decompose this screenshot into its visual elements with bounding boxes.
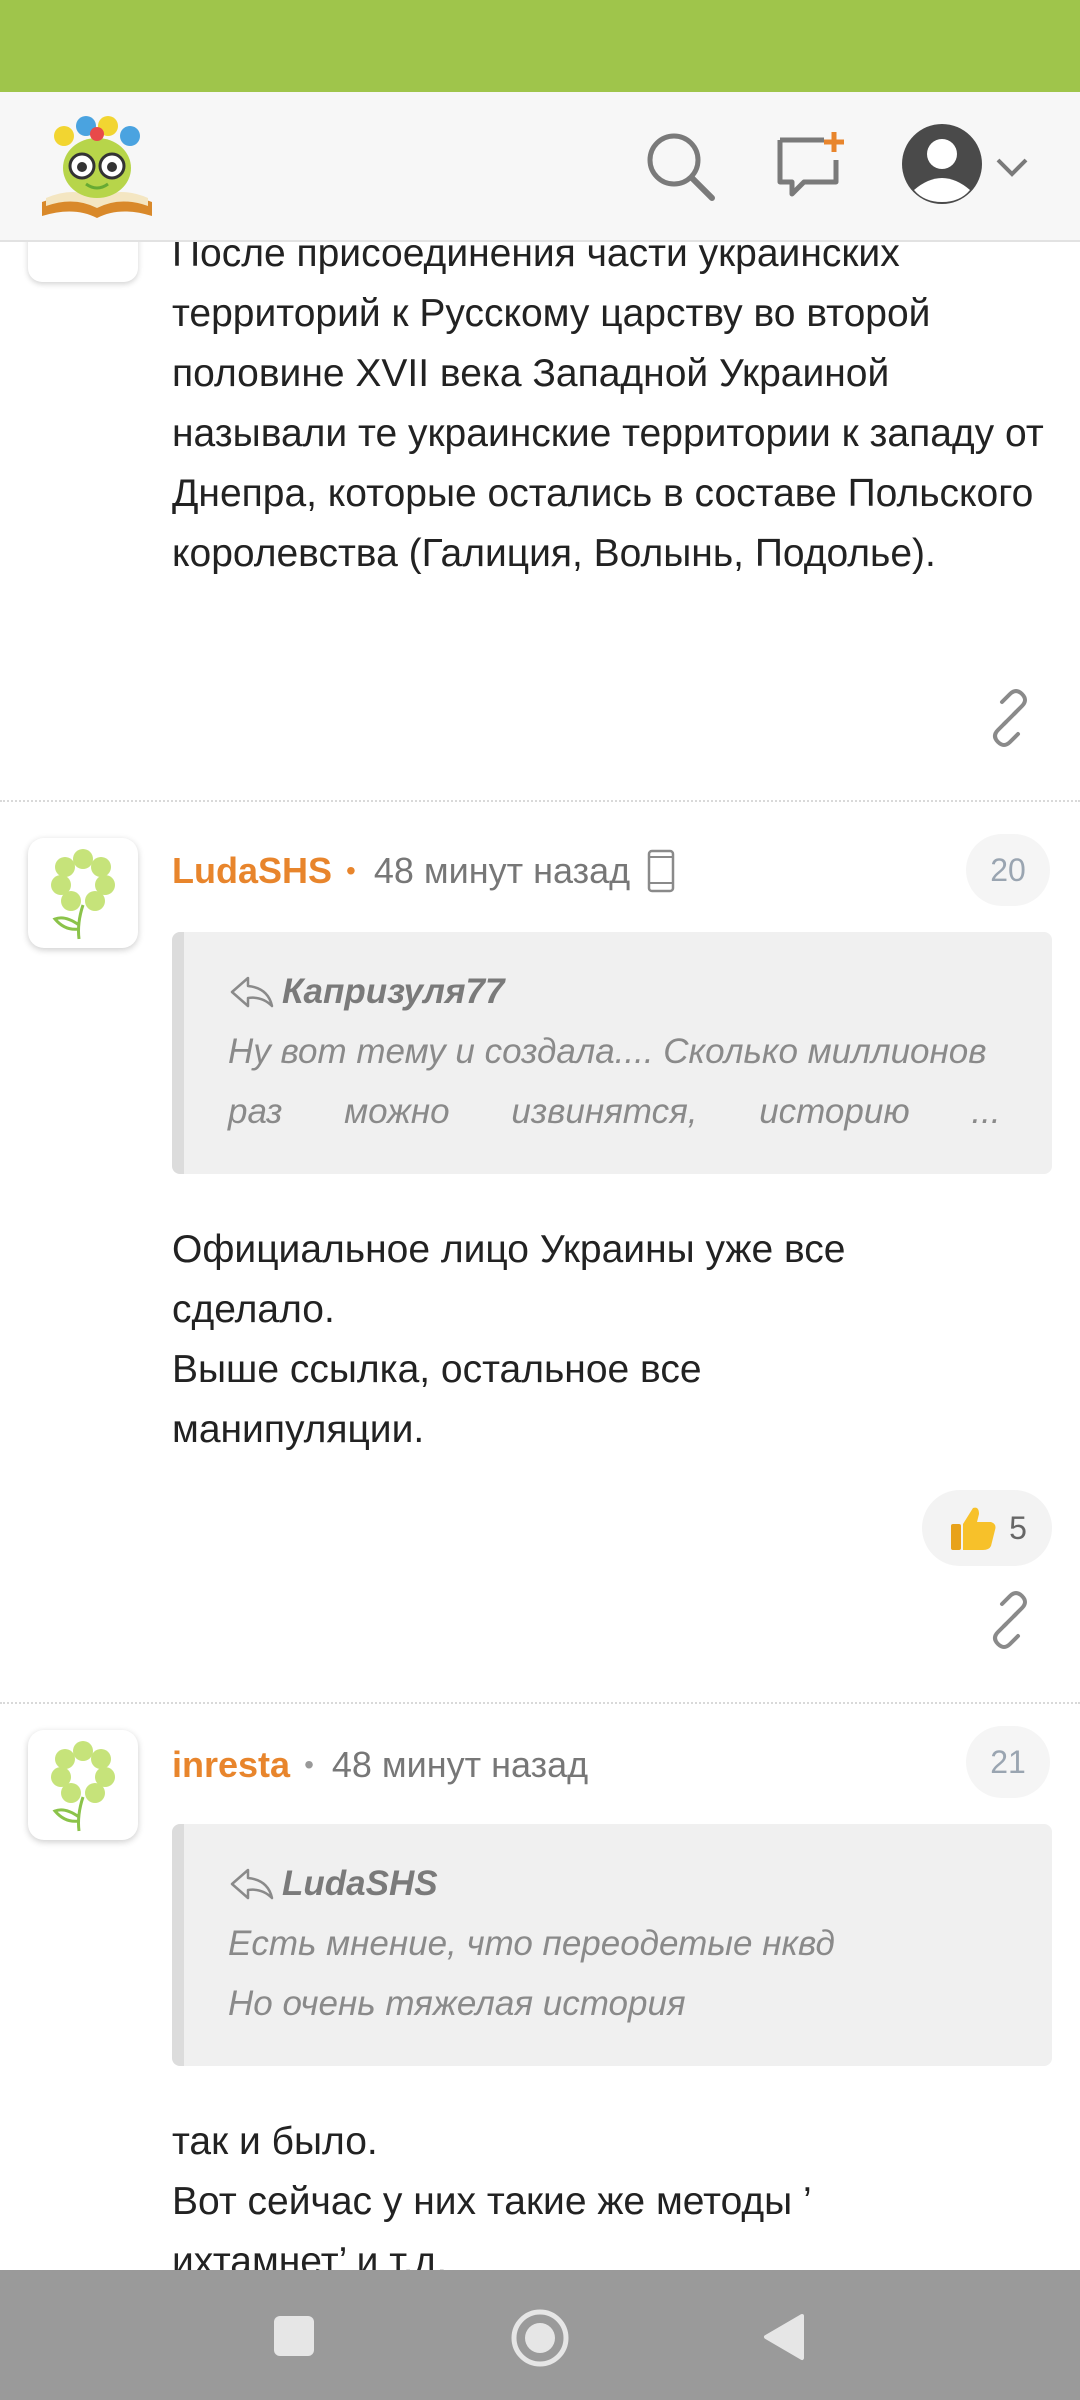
flower-icon	[51, 1741, 115, 1832]
comment-line: так и было.	[172, 2120, 378, 2163]
comment-body: так и было. Вот сейчас у них такие же ме…	[172, 2112, 812, 2270]
back-button[interactable]	[760, 2312, 806, 2362]
status-bar	[0, 0, 1080, 92]
quote-author: LudaSHS	[282, 1864, 438, 1903]
avatar	[28, 240, 138, 282]
comments-feed: После присоединения части украинских тер…	[0, 240, 1080, 2270]
quote-line: Есть мнение, что переодетые нквд	[228, 1924, 835, 1963]
avatar[interactable]	[28, 1730, 138, 1840]
search-icon[interactable]	[640, 126, 720, 206]
quote-block[interactable]: Капризуля77 Ну вот тему и создала.... Ск…	[172, 932, 1052, 1174]
comment-line: Официальное лицо Украины уже все	[172, 1228, 846, 1271]
link-icon[interactable]	[978, 686, 1042, 750]
home-button[interactable]	[510, 2308, 570, 2368]
site-logo[interactable]	[34, 110, 160, 226]
top-app-bar	[0, 92, 1080, 242]
comment-line: сделало.	[172, 1288, 335, 1331]
divider	[0, 1702, 1080, 1704]
quote-author: Капризуля77	[282, 972, 505, 1011]
like-button[interactable]: 5	[922, 1490, 1052, 1566]
separator-dot: •	[304, 1749, 314, 1780]
comment-number[interactable]: 21	[966, 1726, 1050, 1798]
comment-line: ихтамнет’ и т.д.	[172, 2240, 448, 2270]
comment-author[interactable]: LudaSHS	[172, 850, 332, 892]
thumbs-up-icon	[951, 1507, 996, 1550]
reply-arrow-icon	[230, 1868, 274, 1900]
comment-number[interactable]: 20	[966, 834, 1050, 906]
quote-line: раз можно извинятся, историю ...	[228, 1092, 1001, 1131]
flower-icon	[51, 849, 115, 940]
comment-line: Вот сейчас у них такие же методы ’	[172, 2180, 812, 2223]
divider	[0, 800, 1080, 802]
link-icon[interactable]	[978, 1588, 1042, 1652]
quote-author-row: Капризуля77	[228, 962, 1012, 1022]
like-count: 5	[1009, 1509, 1027, 1546]
comment-author[interactable]: inresta	[172, 1744, 290, 1786]
avatar[interactable]	[28, 838, 138, 948]
chevron-down-icon[interactable]	[992, 152, 1032, 182]
comment-time: 48 минут назад	[331, 1744, 589, 1785]
system-nav-bar	[0, 2270, 1080, 2400]
quote-author-row: LudaSHS	[228, 1854, 1012, 1914]
comment-meta: inresta • 48 минут назад	[172, 1740, 588, 1790]
profile-icon[interactable]	[900, 122, 984, 206]
comment-meta: LudaSHS • 48 минут назад	[172, 846, 676, 896]
quote-block[interactable]: LudaSHS Есть мнение, что переодетые нквд…	[172, 1824, 1052, 2066]
comment-line: Выше ссылка, остальное все	[172, 1348, 702, 1391]
comment-body: Официальное лицо Украины уже все сделало…	[172, 1220, 846, 1460]
quote-line: Ну вот тему и создала.... Сколько миллио…	[228, 1032, 987, 1071]
comment-line: манипуляции.	[172, 1408, 425, 1451]
quote-line: Но очень тяжелая история	[228, 1984, 686, 2023]
separator-dot: •	[346, 855, 356, 886]
recents-button[interactable]	[272, 2314, 316, 2358]
new-post-icon[interactable]	[772, 126, 852, 206]
post-text: После присоединения части украинских тер…	[172, 240, 1052, 584]
reply-arrow-icon	[230, 976, 274, 1008]
mobile-device-icon	[647, 849, 675, 893]
comment-time: 48 минут назад	[373, 850, 631, 891]
post-paragraph: После присоединения части украинских тер…	[172, 240, 1044, 575]
